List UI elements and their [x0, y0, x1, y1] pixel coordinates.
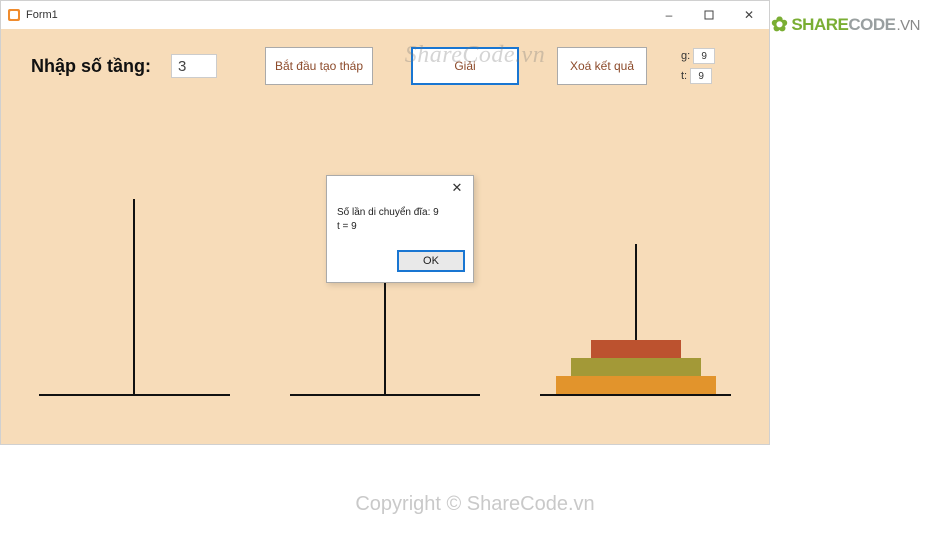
minimize-button[interactable]: –: [649, 1, 689, 29]
close-button[interactable]: ✕: [729, 1, 769, 29]
msgbox-footer: OK: [327, 246, 473, 282]
base: [540, 394, 731, 396]
solve-button[interactable]: Giải: [411, 47, 519, 85]
msgbox-close-button[interactable]: ✕: [447, 178, 467, 198]
side-values: g: 9 t: 9: [681, 48, 715, 84]
disk-1: [591, 340, 681, 358]
msgbox-body: Số lần di chuyển đĩa: 9 t = 9: [327, 200, 473, 246]
clear-button[interactable]: Xoá kết quả: [557, 47, 647, 85]
leaf-icon: ✿: [771, 12, 787, 37]
g-value: 9: [693, 48, 715, 64]
message-box: ✕ Số lần di chuyển đĩa: 9 t = 9 OK: [326, 175, 474, 283]
window-title: Form1: [26, 9, 58, 21]
maximize-button[interactable]: [689, 1, 729, 29]
app-icon: [7, 8, 21, 22]
disk-3: [556, 376, 716, 394]
peg-c: [530, 166, 741, 396]
t-value: 9: [690, 68, 712, 84]
g-label: g:: [681, 50, 690, 62]
base: [290, 394, 481, 396]
watermark-logo: ✿ SHARECODE.VN: [771, 12, 920, 37]
pole: [133, 199, 135, 394]
floors-input[interactable]: [171, 54, 217, 78]
msgbox-ok-button[interactable]: OK: [397, 250, 465, 272]
floors-label: Nhập số tầng:: [31, 56, 151, 77]
peg-a: [29, 166, 240, 396]
t-label: t:: [681, 70, 687, 82]
create-button[interactable]: Bắt đầu tạo tháp: [265, 47, 373, 85]
copyright-text: Copyright © ShareCode.vn: [0, 493, 950, 516]
titlebar: Form1 – ✕: [1, 1, 769, 29]
disk-2: [571, 358, 701, 376]
msgbox-titlebar: ✕: [327, 176, 473, 200]
controls-row: Nhập số tầng: Bắt đầu tạo tháp Giải Xoá …: [1, 29, 769, 85]
sys-buttons: – ✕: [649, 1, 769, 29]
base: [39, 394, 230, 396]
